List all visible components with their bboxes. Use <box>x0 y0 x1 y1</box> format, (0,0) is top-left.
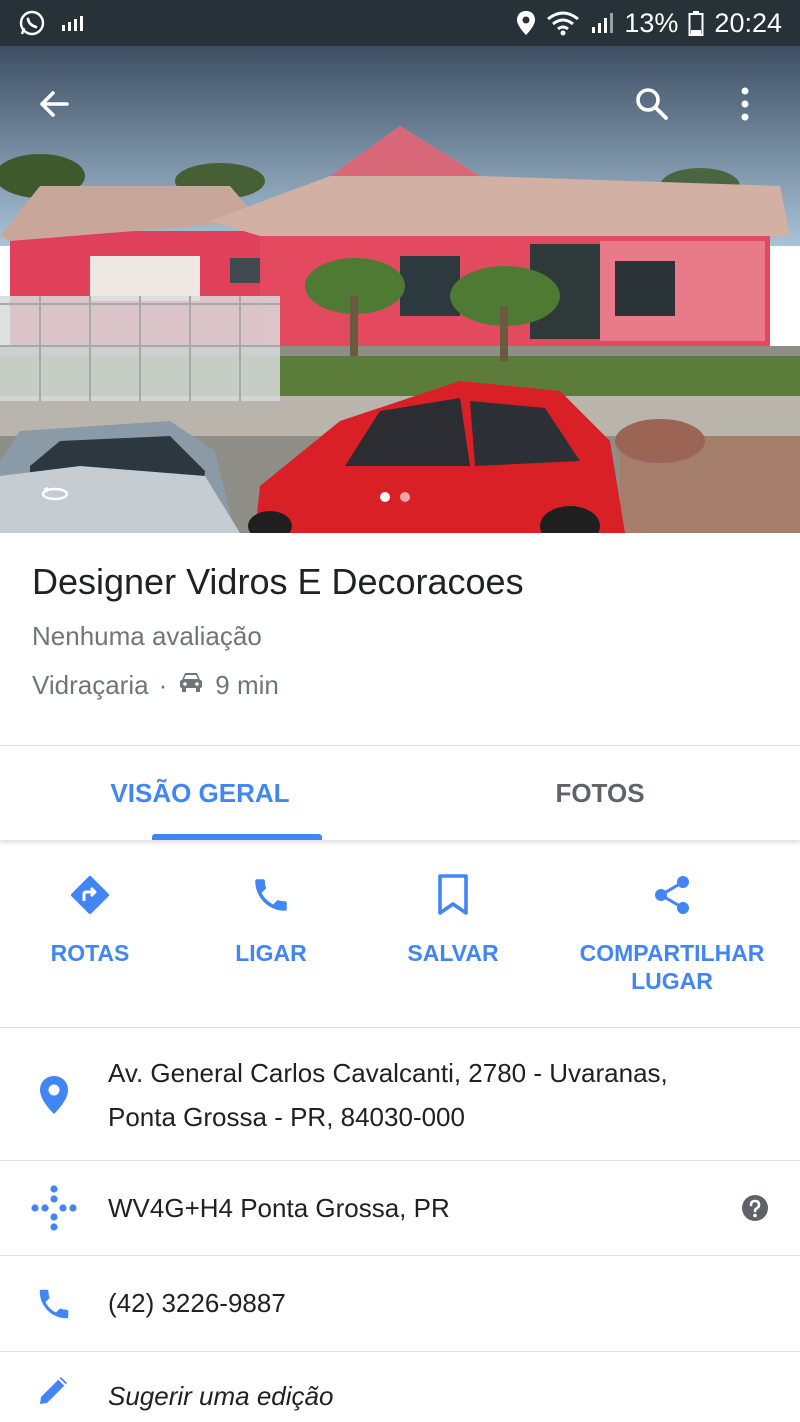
back-button[interactable] <box>26 76 82 132</box>
cell-signal-icon <box>590 11 614 35</box>
photo-page-indicator <box>380 492 410 502</box>
wifi-icon <box>546 10 580 36</box>
plus-code-icon <box>31 1185 77 1231</box>
place-meta: Vidraçaria · 9 min <box>32 670 772 701</box>
save-button[interactable]: SALVAR <box>403 860 503 968</box>
tab-photos[interactable]: FOTOS <box>400 746 800 840</box>
call-button[interactable]: LIGAR <box>221 860 321 968</box>
help-icon <box>742 1195 768 1221</box>
action-buttons: ROTAS LIGAR SALVAR COMPARTILHAR LUGAR <box>0 860 800 1028</box>
tab-overview-label: VISÃO GERAL <box>110 777 290 808</box>
phone-icon <box>255 879 287 911</box>
search-button[interactable] <box>624 76 680 132</box>
phone-number: (42) 3226-9887 <box>108 1288 286 1319</box>
share-icon <box>655 876 689 914</box>
phone-icon <box>39 1289 69 1318</box>
address-row[interactable]: Av. General Carlos Cavalcanti, 2780 - Uv… <box>0 1030 800 1161</box>
location-icon <box>516 10 536 36</box>
share-place-button[interactable]: COMPARTILHAR LUGAR <box>572 860 772 995</box>
rating-text: Nenhuma avaliação <box>32 621 262 652</box>
phone-row[interactable]: (42) 3226-9887 <box>0 1256 800 1352</box>
tab-overview[interactable]: VISÃO GERAL <box>0 746 400 840</box>
meta-separator: · <box>158 670 168 701</box>
tab-bar: VISÃO GERAL FOTOS <box>0 745 800 840</box>
directions-button[interactable]: ROTAS <box>40 860 140 968</box>
suggest-edit-text: Sugerir uma edição <box>108 1381 334 1411</box>
page-dot-active <box>380 492 390 502</box>
plus-code-row[interactable]: WV4G+H4 Ponta Grossa, PR <box>0 1161 800 1256</box>
page-dot <box>400 492 410 502</box>
status-bar: 13% 20:24 <box>0 0 800 46</box>
whatsapp-icon <box>18 9 46 37</box>
arrow-back-icon <box>40 91 69 117</box>
signal-bars-icon <box>60 13 86 33</box>
call-label: LIGAR <box>235 940 307 966</box>
share-label: COMPARTILHAR LUGAR <box>579 940 765 994</box>
street-view-360-icon[interactable] <box>40 484 70 509</box>
battery-icon <box>688 10 704 36</box>
edit-pencil-icon <box>40 1377 67 1404</box>
suggest-edit-row[interactable]: Sugerir uma edição <box>0 1352 800 1422</box>
address-line-1: Av. General Carlos Cavalcanti, 2780 - Uv… <box>108 1057 668 1088</box>
battery-percent: 13% <box>624 7 679 38</box>
more-options-button[interactable] <box>717 76 773 132</box>
address-line-2: Ponta Grossa - PR, 84030-000 <box>108 1102 465 1132</box>
active-tab-indicator <box>152 834 322 840</box>
bookmark-icon <box>438 874 468 915</box>
plus-code-text: WV4G+H4 Ponta Grossa, PR <box>108 1192 450 1223</box>
place-photo[interactable] <box>0 46 800 533</box>
category-label: Vidraçaria <box>32 670 149 701</box>
directions-icon <box>71 876 109 914</box>
app-bar <box>0 46 800 161</box>
car-icon <box>177 670 205 701</box>
tab-photos-label: FOTOS <box>555 777 645 808</box>
search-icon <box>636 88 668 120</box>
place-header: Designer Vidros E Decoracoes Nenhuma ava… <box>32 560 772 701</box>
save-label: SALVAR <box>407 940 499 966</box>
more-vert-icon <box>741 87 749 121</box>
clock: 20:24 <box>714 7 782 38</box>
directions-label: ROTAS <box>50 940 130 966</box>
place-title: Designer Vidros E Decoracoes <box>32 561 524 602</box>
plus-code-help-button[interactable] <box>710 1194 800 1222</box>
drive-time: 9 min <box>215 670 279 701</box>
address-text: Av. General Carlos Cavalcanti, 2780 - Uv… <box>108 1051 800 1139</box>
place-pin-icon <box>40 1076 68 1114</box>
